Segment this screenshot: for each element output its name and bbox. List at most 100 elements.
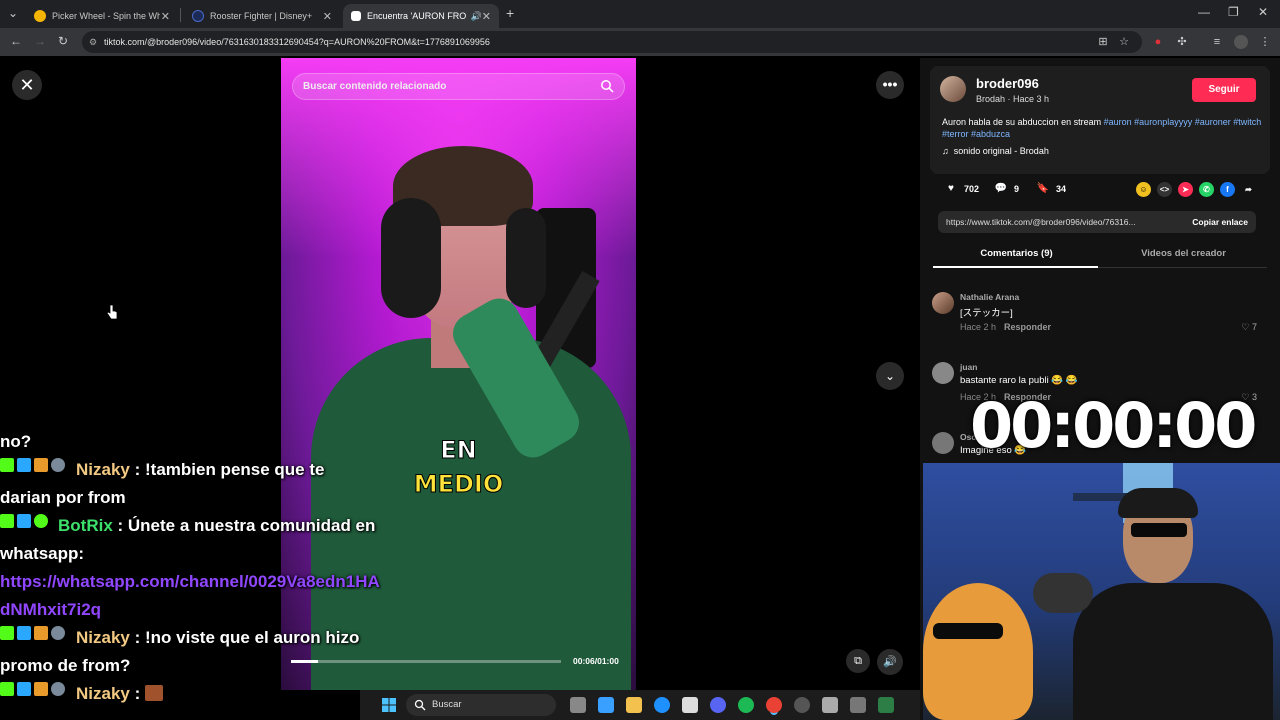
- stream-timer: 00:00:00: [970, 389, 1257, 462]
- edge-icon[interactable]: [654, 697, 670, 713]
- sub-badge-icon: [17, 514, 31, 528]
- video-caption: EN MEDIO: [381, 433, 536, 501]
- back-icon[interactable]: ←: [10, 34, 22, 48]
- search-icon[interactable]: [600, 79, 614, 93]
- obs-icon[interactable]: [794, 697, 810, 713]
- sunglasses: [1131, 523, 1187, 537]
- profile-avatar-icon[interactable]: [1234, 35, 1248, 49]
- comment-meta: Hace 2 h Responder: [960, 322, 1051, 332]
- site-info-icon[interactable]: ⚙: [89, 31, 97, 53]
- chat-badges: [0, 682, 72, 698]
- close-tab-icon[interactable]: ✕: [323, 10, 332, 23]
- close-tab-icon[interactable]: ✕: [161, 10, 170, 23]
- audio-playing-icon[interactable]: 🔊: [471, 11, 482, 22]
- hashtag[interactable]: #twitch: [1233, 117, 1261, 127]
- media-controls-icon[interactable]: ≡: [1210, 35, 1224, 49]
- gift-badge-icon: [34, 458, 48, 472]
- description-text: Auron habla de su abduccion en stream: [942, 117, 1102, 127]
- follow-button[interactable]: Seguir: [1192, 78, 1256, 102]
- tab-disney-plus[interactable]: Rooster Fighter | Disney+ ✕: [184, 4, 340, 28]
- creator-username[interactable]: broder096: [976, 76, 1039, 91]
- comment-like-count: 7: [1251, 322, 1257, 332]
- related-search-input[interactable]: Buscar contenido relacionado: [292, 73, 625, 100]
- chat-username: Nizaky: [76, 684, 130, 703]
- reload-icon[interactable]: ↻: [58, 34, 68, 48]
- facebook-icon[interactable]: f: [1220, 182, 1235, 197]
- windows-start-icon[interactable]: [382, 698, 396, 712]
- taskbar-search[interactable]: Buscar: [406, 694, 556, 716]
- extensions-puzzle-icon[interactable]: ✣: [1175, 35, 1189, 49]
- task-view-icon[interactable]: [570, 697, 586, 713]
- calculator-icon[interactable]: [850, 697, 866, 713]
- chat-link[interactable]: https://whatsapp.com/channel/0029Va8edn1…: [0, 568, 380, 624]
- close-video-button[interactable]: ✕: [12, 70, 42, 100]
- extension-icon[interactable]: ●: [1151, 35, 1165, 49]
- comment-time: Hace 2 h: [960, 322, 997, 332]
- share-link-url[interactable]: https://www.tiktok.com/@broder096/video/…: [946, 217, 1136, 227]
- sound-name: sonido original - Brodah: [953, 146, 1049, 156]
- browser-menu-icon[interactable]: ⋮: [1258, 35, 1272, 49]
- search-icon: [414, 699, 426, 711]
- forward-icon[interactable]: →: [34, 34, 46, 48]
- stream-chat-overlay: no? Nizaky : !tambien pense que te daria…: [0, 428, 380, 708]
- commenter-avatar[interactable]: [932, 432, 954, 454]
- address-bar-row: ← → ↻ ⚙ tiktok.com/@broder096/video/7631…: [0, 28, 1280, 56]
- comment-button[interactable]: 💬 9: [994, 182, 1019, 196]
- widgets-icon[interactable]: [598, 697, 614, 713]
- spotify-icon[interactable]: [738, 697, 754, 713]
- notepad-icon[interactable]: [822, 697, 838, 713]
- sound-link[interactable]: ♫ sonido original - Brodah: [942, 146, 1049, 156]
- hashtag[interactable]: #abduzca: [971, 129, 1010, 139]
- chat-text: : Únete a nuestra comunidad en whatsapp:: [0, 516, 376, 563]
- comment-bubble-icon: 💬: [994, 183, 1008, 194]
- share-arrow-icon[interactable]: ➦: [1241, 182, 1256, 197]
- volume-icon[interactable]: 🔊: [877, 649, 903, 675]
- commenter-name[interactable]: juan: [960, 362, 977, 372]
- tab-creator-videos[interactable]: Videos del creador: [1100, 248, 1267, 259]
- new-tab-icon[interactable]: +: [506, 5, 514, 21]
- hashtag[interactable]: #auroner: [1195, 117, 1231, 127]
- minimize-icon[interactable]: —: [1198, 5, 1210, 19]
- tab-list-icon[interactable]: ⌄: [8, 6, 18, 20]
- send-icon[interactable]: ➤: [1178, 182, 1193, 197]
- file-explorer-icon[interactable]: [626, 697, 642, 713]
- gift-badge-icon: [34, 682, 48, 696]
- bookmark-star-icon[interactable]: ☆: [1117, 35, 1131, 49]
- more-options-button[interactable]: •••: [876, 71, 904, 99]
- close-window-icon[interactable]: ✕: [1258, 5, 1268, 19]
- creator-avatar[interactable]: [940, 76, 966, 102]
- hashtag[interactable]: #terror: [942, 129, 969, 139]
- chat-message: Nizaky :: [0, 680, 380, 708]
- commenter-avatar[interactable]: [932, 362, 954, 384]
- hashtag[interactable]: #auronplayyyy: [1134, 117, 1192, 127]
- commenter-name[interactable]: Nathalie Arana: [960, 292, 1019, 302]
- chat-text: :: [134, 684, 141, 703]
- friends-share-icon[interactable]: ☺: [1136, 182, 1151, 197]
- store-icon[interactable]: [682, 697, 698, 713]
- like-button[interactable]: ♥ 702: [944, 182, 979, 196]
- next-video-button[interactable]: ⌄: [876, 362, 904, 390]
- reply-button[interactable]: Responder: [1004, 322, 1051, 332]
- gift-badge-icon: [34, 626, 48, 640]
- url-text: tiktok.com/@broder096/video/763163018331…: [104, 37, 490, 47]
- chrome-icon[interactable]: [766, 697, 782, 713]
- install-app-icon[interactable]: ⊞: [1096, 35, 1110, 49]
- wolf-badge-icon: [51, 458, 65, 472]
- tab-comments[interactable]: Comentarios (9): [933, 248, 1100, 259]
- terminal-icon[interactable]: [878, 697, 894, 713]
- discord-icon[interactable]: [710, 697, 726, 713]
- save-button[interactable]: 🔖 34: [1036, 182, 1066, 196]
- hashtag[interactable]: #auron: [1104, 117, 1132, 127]
- chat-username: BotRix: [58, 516, 113, 535]
- tab-picker-wheel[interactable]: Picker Wheel - Spin the Wheel ✕: [26, 4, 178, 28]
- whatsapp-icon[interactable]: ✆: [1199, 182, 1214, 197]
- close-tab-icon[interactable]: ✕: [482, 10, 491, 23]
- embed-icon[interactable]: <>: [1157, 182, 1172, 197]
- comment-like-button[interactable]: ♡ 7: [1241, 322, 1257, 333]
- copy-link-button[interactable]: Copiar enlace: [1192, 211, 1248, 233]
- commenter-avatar[interactable]: [932, 292, 954, 314]
- tab-tiktok[interactable]: Encuentra 'AURON FROM' 🔊 ✕: [343, 4, 499, 28]
- picture-in-picture-icon[interactable]: ⧉: [846, 649, 870, 673]
- url-field[interactable]: ⚙ tiktok.com/@broder096/video/7631630183…: [82, 31, 1142, 53]
- restore-icon[interactable]: ❐: [1228, 5, 1239, 19]
